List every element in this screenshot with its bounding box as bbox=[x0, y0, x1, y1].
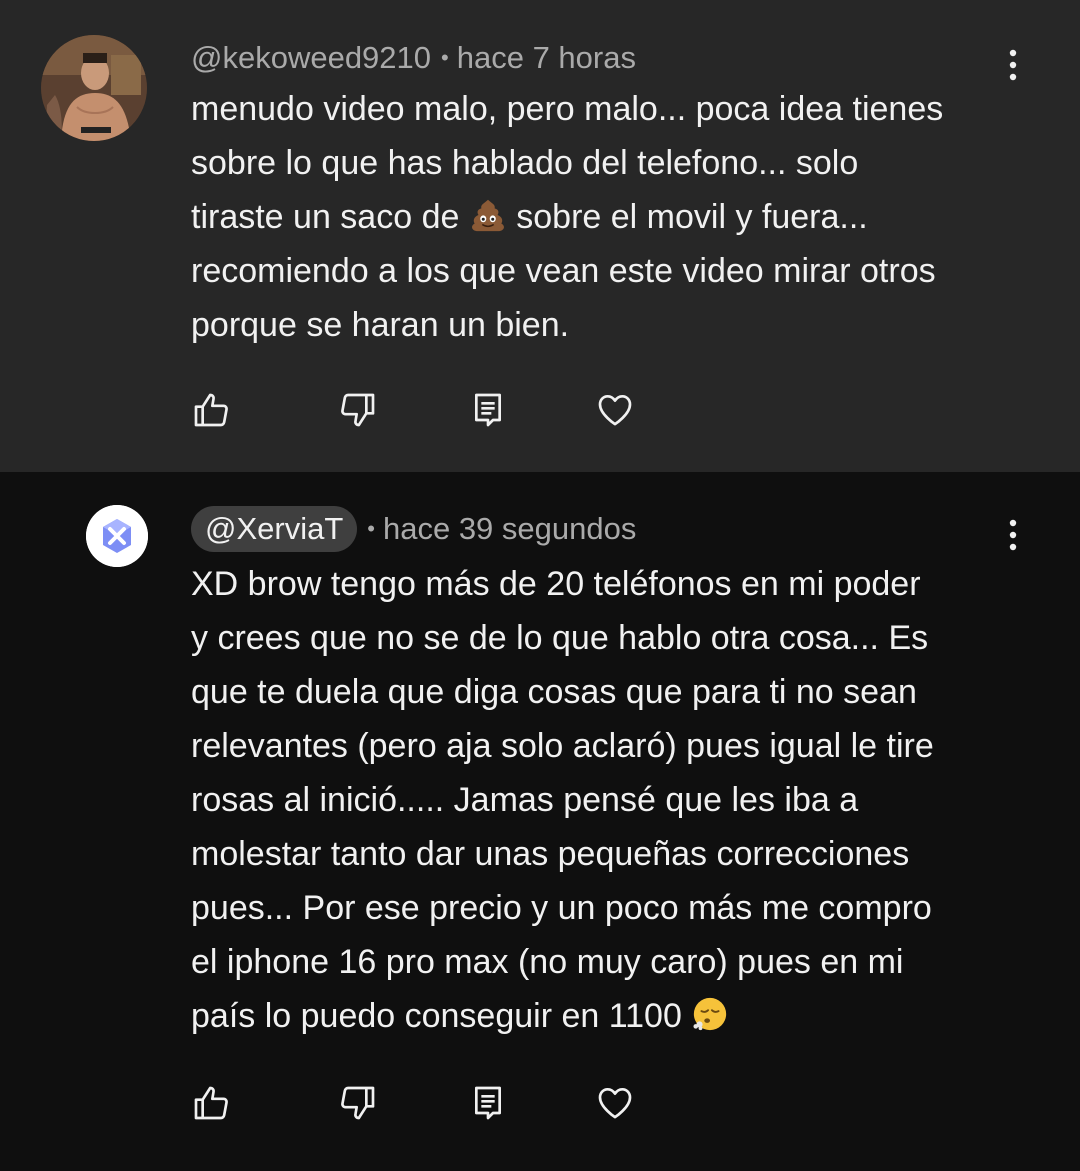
comment-author-handle[interactable]: @XerviaT bbox=[191, 506, 358, 552]
reply-button[interactable] bbox=[458, 1073, 518, 1133]
reply-button[interactable] bbox=[458, 380, 518, 440]
comment-meta: @XerviaT • hace 39 segundos bbox=[191, 506, 636, 552]
x-logo-avatar-image bbox=[86, 505, 148, 567]
more-options-button[interactable] bbox=[996, 515, 1030, 555]
comment-author-handle[interactable]: @kekoweed9210 bbox=[191, 40, 431, 76]
comment-text: XD brow tengo más de 20 teléfonos en mi … bbox=[191, 557, 1031, 1043]
comment-text: menudo video malo, pero malo... poca ide… bbox=[191, 82, 1031, 352]
more-vert-icon bbox=[1008, 515, 1018, 555]
more-options-button[interactable] bbox=[996, 45, 1030, 85]
dislike-button[interactable] bbox=[328, 1073, 388, 1133]
comment-actions bbox=[0, 1073, 1080, 1133]
heart-button[interactable] bbox=[585, 380, 645, 440]
comment-actions bbox=[0, 380, 1080, 440]
dislike-icon bbox=[338, 390, 378, 430]
comment-card: @XerviaT • hace 39 segundos XD brow teng… bbox=[0, 472, 1080, 1171]
comment-card: @kekoweed9210 • hace 7 horas menudo vide… bbox=[0, 0, 1080, 472]
face-exhaling-emoji bbox=[693, 997, 727, 1031]
like-button[interactable] bbox=[181, 1073, 241, 1133]
pile-of-poo-emoji bbox=[471, 199, 504, 232]
heart-icon bbox=[595, 1083, 635, 1123]
dislike-button[interactable] bbox=[328, 380, 388, 440]
comment-meta: @kekoweed9210 • hace 7 horas bbox=[191, 38, 636, 78]
comment-timestamp: hace 7 horas bbox=[456, 40, 636, 75]
avatar[interactable] bbox=[41, 35, 147, 141]
meta-separator: • bbox=[367, 516, 375, 541]
like-icon bbox=[191, 390, 231, 430]
avatar[interactable] bbox=[86, 505, 148, 567]
heart-button[interactable] bbox=[585, 1073, 645, 1133]
meta-separator: • bbox=[441, 45, 449, 70]
comment-timestamp: hace 39 segundos bbox=[382, 511, 637, 546]
reply-icon bbox=[468, 390, 508, 430]
reply-icon bbox=[468, 1083, 508, 1123]
like-icon bbox=[191, 1083, 231, 1123]
comment-text-part: XD brow tengo más de 20 teléfonos en mi … bbox=[191, 565, 934, 1035]
heart-icon bbox=[595, 390, 635, 430]
like-button[interactable] bbox=[181, 380, 241, 440]
more-vert-icon bbox=[1008, 45, 1018, 85]
profile-photo-avatar-image bbox=[41, 35, 147, 141]
dislike-icon bbox=[338, 1083, 378, 1123]
